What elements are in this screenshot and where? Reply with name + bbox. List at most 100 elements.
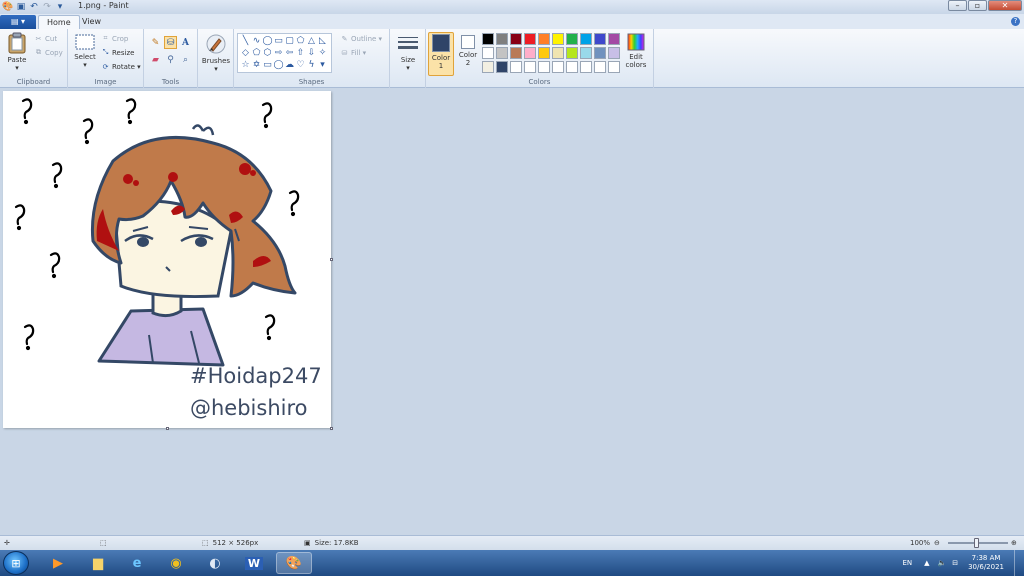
taskbar-browser[interactable]: ◐ bbox=[197, 552, 233, 574]
oval-shape-icon[interactable]: ◯ bbox=[262, 35, 273, 47]
select-button[interactable]: Select ▾ bbox=[72, 33, 98, 69]
right-triangle-shape-icon[interactable]: ◺ bbox=[317, 35, 328, 47]
taskbar-paint[interactable]: 🎨 bbox=[276, 552, 312, 574]
palette-swatch[interactable] bbox=[552, 33, 564, 45]
close-button[interactable]: ✕ bbox=[988, 0, 1022, 11]
heart-shape-icon[interactable]: ♡ bbox=[295, 59, 306, 71]
undo-icon[interactable]: ↶ bbox=[29, 2, 39, 12]
rounded-callout-icon[interactable]: ▭ bbox=[262, 59, 273, 71]
taskbar-word[interactable]: W bbox=[236, 552, 272, 574]
zoom-slider[interactable] bbox=[948, 538, 1008, 548]
palette-swatch[interactable] bbox=[538, 47, 550, 59]
canvas-workspace[interactable]: #Hoidap247 @hebishiro bbox=[0, 89, 1024, 535]
maximize-button[interactable]: ▫ bbox=[968, 0, 987, 11]
taskbar-chrome[interactable]: ◉ bbox=[158, 552, 194, 574]
down-arrow-shape-icon[interactable]: ⇩ bbox=[306, 47, 317, 59]
curve-shape-icon[interactable]: ∿ bbox=[251, 35, 262, 47]
palette-swatch[interactable] bbox=[496, 33, 508, 45]
fill-button[interactable]: ⛁ Fill ▾ bbox=[340, 48, 367, 57]
palette-swatch[interactable] bbox=[510, 47, 522, 59]
right-arrow-shape-icon[interactable]: ⇨ bbox=[273, 47, 284, 59]
palette-swatch[interactable] bbox=[496, 47, 508, 59]
save-icon[interactable]: ▣ bbox=[16, 2, 26, 12]
shapes-scroll-icon[interactable]: ▾ bbox=[317, 59, 328, 71]
palette-swatch[interactable] bbox=[608, 47, 620, 59]
four-point-star-icon[interactable]: ✧ bbox=[317, 47, 328, 59]
palette-swatch[interactable] bbox=[552, 61, 564, 73]
outline-button[interactable]: ✎ Outline ▾ bbox=[340, 34, 383, 43]
zoom-out-button[interactable]: ⊖ bbox=[934, 539, 940, 547]
palette-swatch[interactable] bbox=[608, 33, 620, 45]
cloud-callout-icon[interactable]: ☁ bbox=[284, 59, 295, 71]
six-point-star-icon[interactable]: ✡ bbox=[251, 59, 262, 71]
cut-button[interactable]: ✂ Cut bbox=[34, 34, 58, 43]
palette-swatch[interactable] bbox=[566, 33, 578, 45]
copy-button[interactable]: ⧉ Copy bbox=[34, 48, 63, 57]
edit-colors-button[interactable]: Edit colors bbox=[623, 33, 649, 69]
color-picker-icon[interactable]: ⚲ bbox=[164, 53, 177, 66]
brushes-button[interactable]: Brushes ▾ bbox=[201, 33, 231, 73]
paste-button[interactable]: Paste ▾ bbox=[4, 32, 30, 72]
palette-swatch[interactable] bbox=[608, 61, 620, 73]
color1-button[interactable]: Color 1 bbox=[428, 32, 454, 76]
volume-icon[interactable]: 🔈 bbox=[938, 559, 947, 567]
up-arrow-shape-icon[interactable]: ⇧ bbox=[295, 47, 306, 59]
color2-button[interactable]: Color 2 bbox=[455, 32, 481, 76]
palette-swatch[interactable] bbox=[594, 47, 606, 59]
rectangle-shape-icon[interactable]: ▭ bbox=[273, 35, 284, 47]
palette-swatch[interactable] bbox=[482, 33, 494, 45]
palette-swatch[interactable] bbox=[566, 47, 578, 59]
palette-swatch[interactable] bbox=[566, 61, 578, 73]
palette-swatch[interactable] bbox=[552, 47, 564, 59]
help-icon[interactable]: ? bbox=[1011, 17, 1020, 26]
drawing-canvas[interactable]: #Hoidap247 @hebishiro bbox=[3, 91, 331, 428]
lightning-shape-icon[interactable]: ϟ bbox=[306, 59, 317, 71]
taskbar-internet-explorer[interactable]: e bbox=[119, 552, 155, 574]
palette-swatch[interactable] bbox=[482, 47, 494, 59]
hexagon-shape-icon[interactable]: ⬡ bbox=[262, 47, 273, 59]
show-desktop-button[interactable] bbox=[1014, 550, 1024, 576]
pencil-icon[interactable]: ✎ bbox=[149, 36, 162, 49]
palette-swatch[interactable] bbox=[510, 33, 522, 45]
palette-swatch[interactable] bbox=[538, 61, 550, 73]
crop-button[interactable]: ⌗ Crop bbox=[101, 34, 129, 43]
language-indicator[interactable]: EN bbox=[902, 559, 912, 567]
pentagon-shape-icon[interactable]: ⬠ bbox=[251, 47, 262, 59]
magnifier-icon[interactable]: ⌕ bbox=[179, 53, 192, 66]
fill-bucket-icon[interactable]: ⛁ bbox=[164, 36, 177, 49]
canvas-resize-handle-right[interactable] bbox=[330, 258, 333, 261]
canvas-resize-handle-bottom[interactable] bbox=[166, 427, 169, 430]
left-arrow-shape-icon[interactable]: ⇦ bbox=[284, 47, 295, 59]
minimize-button[interactable]: – bbox=[948, 0, 967, 11]
shapes-gallery[interactable]: ╲ ∿ ◯ ▭ ▢ ⬠ △ ◺ ◇ ⬠ ⬡ ⇨ ⇦ ⇧ ⇩ ✧ ☆ ✡ ▭ ◯ … bbox=[237, 33, 332, 73]
palette-swatch[interactable] bbox=[496, 61, 508, 73]
five-point-star-icon[interactable]: ☆ bbox=[240, 59, 251, 71]
eraser-icon[interactable]: ▰ bbox=[149, 53, 162, 66]
network-icon[interactable]: ⊟ bbox=[952, 559, 958, 567]
size-button[interactable]: Size ▾ bbox=[394, 34, 422, 72]
line-shape-icon[interactable]: ╲ bbox=[240, 35, 251, 47]
palette-swatch[interactable] bbox=[524, 47, 536, 59]
palette-swatch[interactable] bbox=[510, 61, 522, 73]
palette-swatch[interactable] bbox=[538, 33, 550, 45]
paint-app-icon[interactable]: 🎨 bbox=[2, 2, 13, 12]
palette-swatch[interactable] bbox=[594, 33, 606, 45]
palette-swatch[interactable] bbox=[580, 33, 592, 45]
palette-swatch[interactable] bbox=[580, 47, 592, 59]
qat-dropdown-icon[interactable]: ▾ bbox=[55, 2, 65, 12]
palette-swatch[interactable] bbox=[580, 61, 592, 73]
taskbar-explorer[interactable]: ▆ bbox=[80, 552, 116, 574]
rotate-button[interactable]: ⟳ Rotate ▾ bbox=[101, 62, 141, 71]
diamond-shape-icon[interactable]: ◇ bbox=[240, 47, 251, 59]
start-button[interactable]: ⊞ bbox=[3, 551, 29, 575]
taskbar-media-player[interactable]: ▶ bbox=[40, 552, 76, 574]
oval-callout-icon[interactable]: ◯ bbox=[273, 59, 284, 71]
rounded-rectangle-shape-icon[interactable]: ▢ bbox=[284, 35, 295, 47]
redo-icon[interactable]: ↷ bbox=[42, 2, 52, 12]
zoom-in-button[interactable]: ⊕ bbox=[1011, 539, 1017, 547]
clock[interactable]: 7:38 AM 30/6/2021 bbox=[968, 554, 1004, 572]
zoom-slider-thumb[interactable] bbox=[974, 538, 979, 548]
paint-menu-button[interactable]: ▤ ▾ bbox=[0, 15, 36, 29]
palette-swatch[interactable] bbox=[594, 61, 606, 73]
palette-swatch[interactable] bbox=[524, 61, 536, 73]
